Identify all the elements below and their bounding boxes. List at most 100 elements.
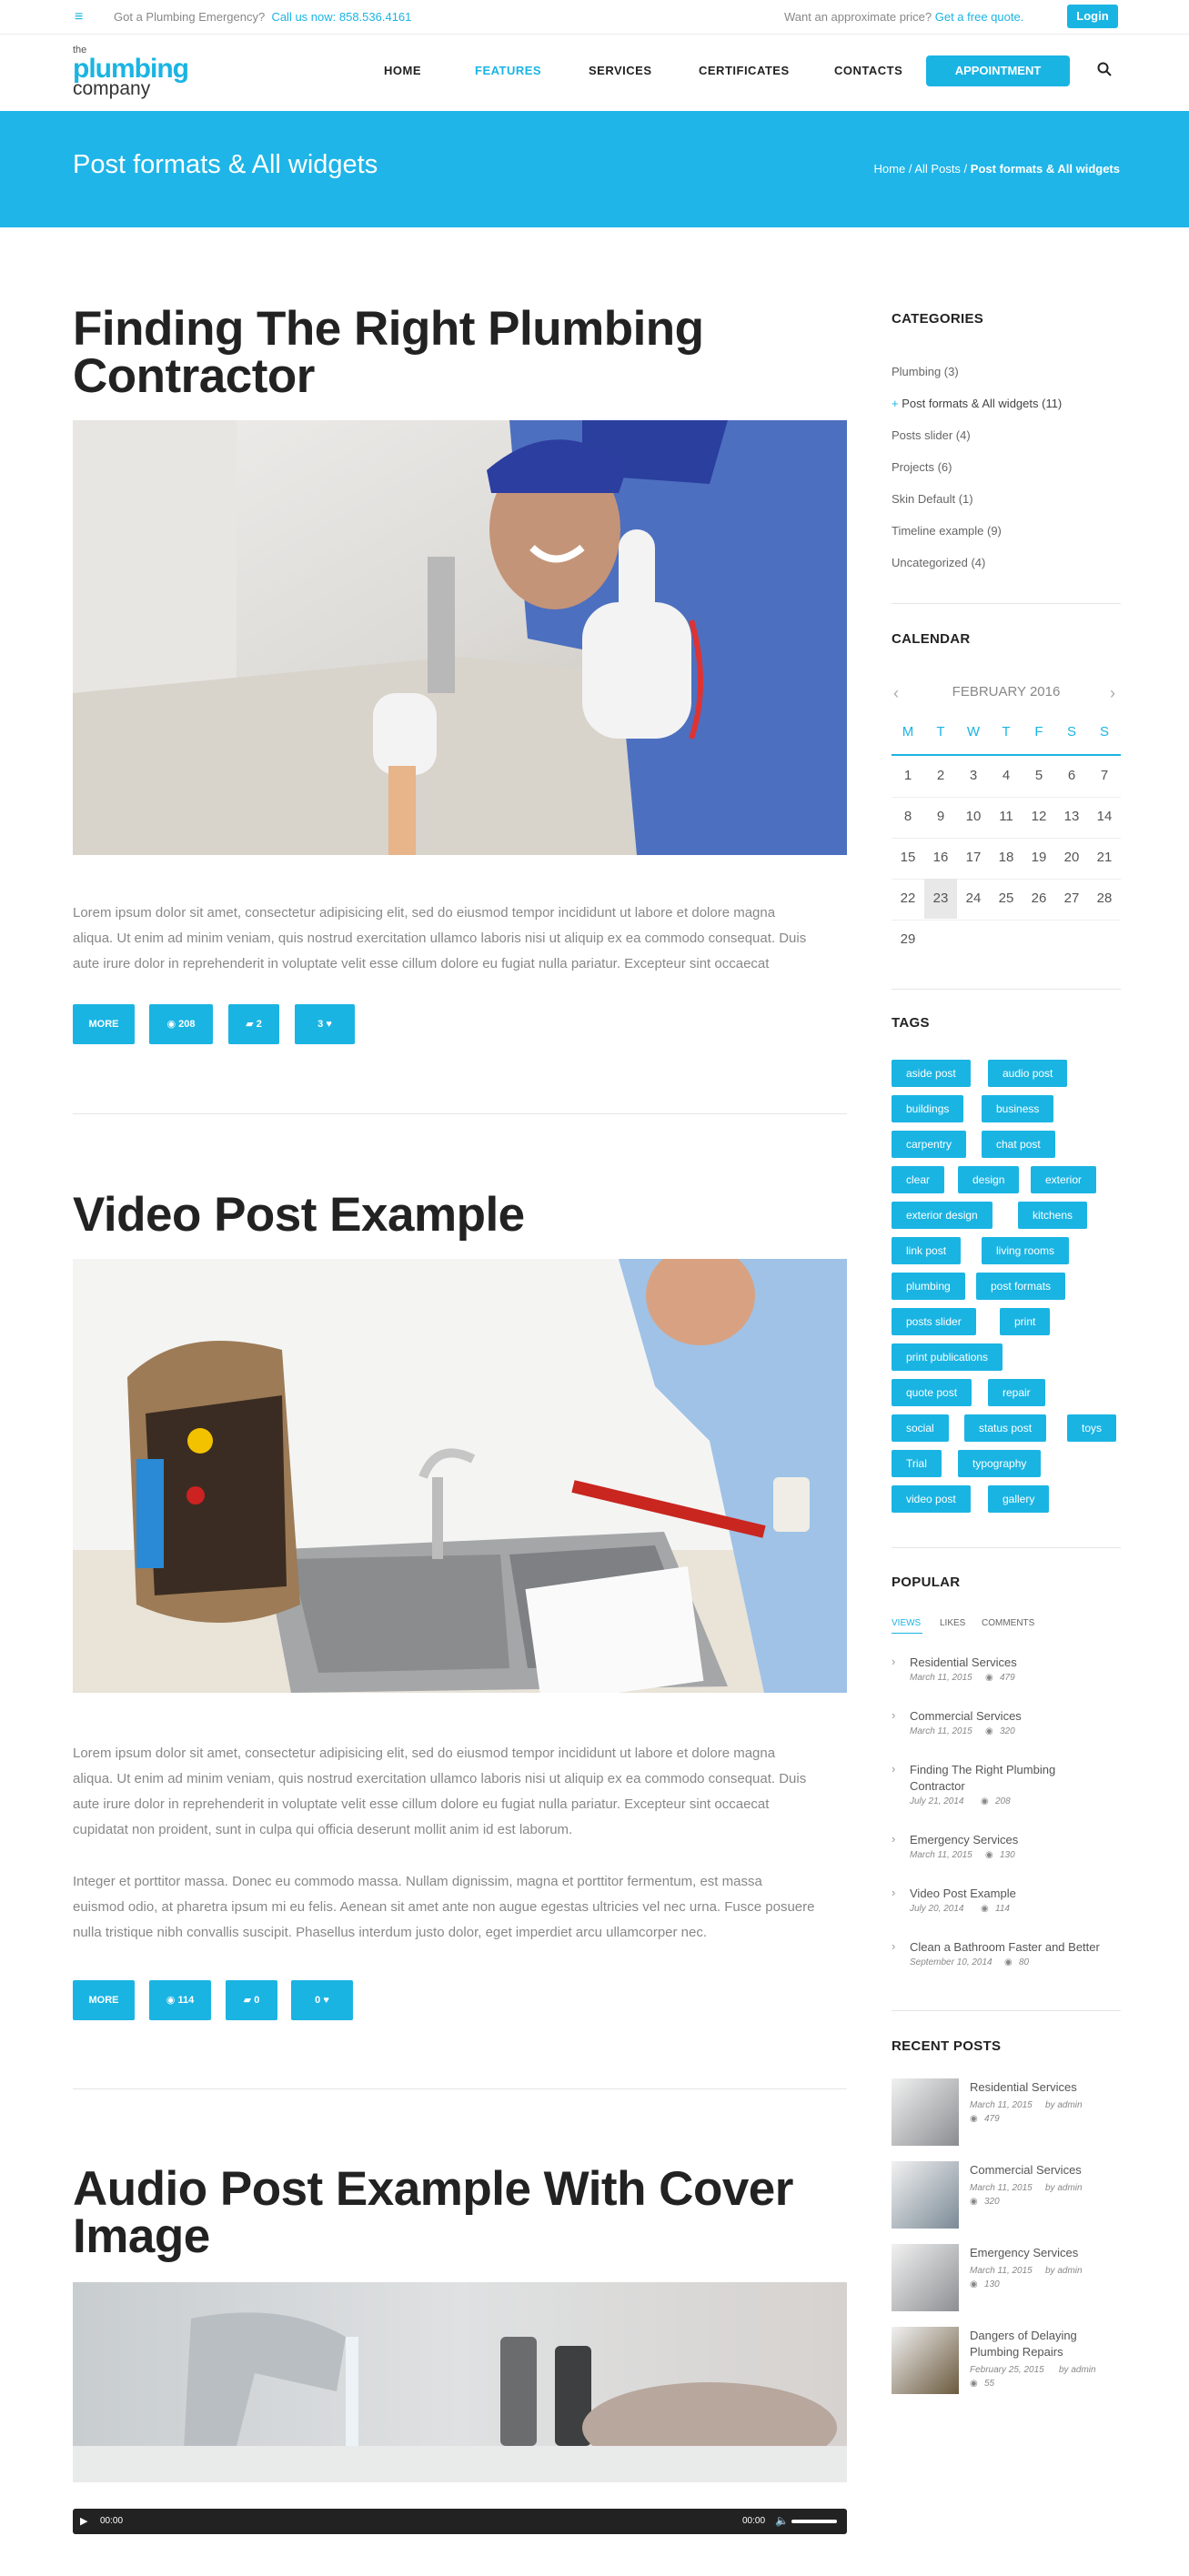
calendar-day[interactable]: 15 (892, 838, 924, 878)
more-button[interactable]: MORE (73, 1980, 135, 2020)
category-posts-slider[interactable]: Posts slider (4) (892, 428, 971, 442)
calendar-day[interactable]: 19 (1023, 838, 1055, 878)
tag-link[interactable]: chat post (982, 1131, 1055, 1158)
breadcrumb-all-posts[interactable]: All Posts (914, 162, 961, 176)
recent-post-title[interactable]: Residential Services (970, 2079, 1077, 2096)
site-logo[interactable]: the plumbing company (73, 45, 189, 99)
calendar-day[interactable]: 18 (990, 838, 1023, 878)
calendar-day[interactable]: 2 (924, 756, 957, 796)
tag-link[interactable]: status post (964, 1414, 1047, 1442)
category-projects[interactable]: Projects (6) (892, 460, 952, 474)
tag-link[interactable]: quote post (892, 1379, 972, 1406)
popular-post-title[interactable]: Emergency Services (910, 1832, 1018, 1848)
tag-link[interactable]: aside post (892, 1060, 971, 1087)
tag-link[interactable]: typography (958, 1450, 1042, 1477)
tag-link[interactable]: exterior design (892, 1202, 993, 1229)
calendar-day[interactable]: 12 (1023, 797, 1055, 837)
plumber-thumbs-up-image[interactable] (73, 420, 847, 855)
calendar-day[interactable]: 8 (892, 797, 924, 837)
calendar-day[interactable]: 24 (957, 879, 990, 919)
category-plumbing[interactable]: Plumbing (3) (892, 365, 959, 378)
tag-link[interactable]: plumbing (892, 1273, 965, 1300)
views-button[interactable]: ◉ 208 (149, 1004, 213, 1044)
calendar-next-icon[interactable]: › (1110, 684, 1115, 703)
tag-link[interactable]: business (982, 1095, 1054, 1122)
calendar-day[interactable]: 17 (957, 838, 990, 878)
nav-services[interactable]: SERVICES (589, 64, 652, 77)
calendar-day[interactable]: 11 (990, 797, 1023, 837)
tab-likes[interactable]: LIKES (940, 1618, 965, 1628)
popular-post-title[interactable]: Clean a Bathroom Faster and Better (910, 1939, 1100, 1956)
tag-link[interactable]: design (958, 1166, 1020, 1193)
calendar-day[interactable]: 7 (1088, 756, 1121, 796)
recent-post-thumbnail[interactable] (892, 2327, 959, 2394)
recent-post-author[interactable]: by admin (1045, 2181, 1083, 2195)
recent-post-title[interactable]: Emergency Services (970, 2245, 1078, 2261)
tag-link[interactable]: exterior (1031, 1166, 1097, 1193)
recent-post-thumbnail[interactable] (892, 2244, 959, 2311)
calendar-day[interactable]: 3 (957, 756, 990, 796)
tag-link[interactable]: print (1000, 1308, 1051, 1335)
category-uncategorized[interactable]: Uncategorized (4) (892, 556, 985, 569)
nav-features[interactable]: FEATURES (475, 64, 541, 77)
play-icon[interactable]: ▶ (80, 2515, 87, 2527)
popular-post-title[interactable]: Contractor (910, 1778, 965, 1795)
free-quote-link[interactable]: Get a free quote. (935, 10, 1024, 24)
likes-button[interactable]: 3 ♥ (295, 1004, 355, 1044)
popular-post-title[interactable]: Residential Services (910, 1655, 1017, 1671)
more-button[interactable]: MORE (73, 1004, 135, 1044)
calendar-day[interactable]: 29 (892, 920, 924, 960)
search-icon[interactable] (1097, 62, 1112, 76)
call-link[interactable]: Call us now: 858.536.4161 (271, 10, 411, 24)
tag-link[interactable]: buildings (892, 1095, 964, 1122)
calendar-day[interactable]: 21 (1088, 838, 1121, 878)
recent-post-author[interactable]: by admin (1059, 2363, 1096, 2377)
tag-link[interactable]: post formats (976, 1273, 1066, 1300)
calendar-day[interactable]: 20 (1055, 838, 1088, 878)
tag-link[interactable]: video post (892, 1485, 971, 1513)
nav-certificates[interactable]: CERTIFICATES (699, 64, 790, 77)
tag-link[interactable]: social (892, 1414, 949, 1442)
tag-link[interactable]: audio post (988, 1060, 1068, 1087)
recent-post-title[interactable]: Commercial Services (970, 2162, 1082, 2179)
volume-slider[interactable] (791, 2520, 837, 2523)
calendar-day[interactable]: 5 (1023, 756, 1055, 796)
calendar-day[interactable]: 22 (892, 879, 924, 919)
category-post-formats[interactable]: + Post formats & All widgets (11) (892, 397, 1062, 410)
recent-post-thumbnail[interactable] (892, 2161, 959, 2229)
comments-button[interactable]: ▰ 0 (226, 1980, 277, 2020)
calendar-day[interactable]: 13 (1055, 797, 1088, 837)
calendar-day[interactable]: 28 (1088, 879, 1121, 919)
calendar-day[interactable]: 25 (990, 879, 1023, 919)
tag-link[interactable]: toys (1067, 1414, 1117, 1442)
tag-link[interactable]: gallery (988, 1485, 1050, 1513)
tag-link[interactable]: posts slider (892, 1308, 976, 1335)
comments-button[interactable]: ▰ 2 (228, 1004, 279, 1044)
views-button[interactable]: ◉ 114 (149, 1980, 211, 2020)
calendar-day[interactable]: 27 (1055, 879, 1088, 919)
tag-link[interactable]: print publications (892, 1343, 1003, 1371)
popular-post-title[interactable]: Commercial Services (910, 1708, 1022, 1725)
calendar-day[interactable]: 10 (957, 797, 990, 837)
recent-post-title[interactable]: Plumbing Repairs (970, 2344, 1063, 2360)
menu-icon[interactable]: ≡ (75, 9, 83, 25)
calendar-day[interactable]: 23 (924, 879, 957, 919)
calendar-day[interactable]: 4 (990, 756, 1023, 796)
calendar-day[interactable]: 9 (924, 797, 957, 837)
recent-post-title[interactable]: Dangers of Delaying (970, 2328, 1077, 2344)
tag-link[interactable]: link post (892, 1237, 962, 1264)
calendar-day[interactable]: 6 (1055, 756, 1088, 796)
tag-link[interactable]: Trial (892, 1450, 942, 1477)
calendar-day[interactable]: 16 (924, 838, 957, 878)
popular-post-title[interactable]: Finding The Right Plumbing (910, 1762, 1055, 1778)
calendar-day[interactable]: 26 (1023, 879, 1055, 919)
tab-views[interactable]: VIEWS (892, 1618, 921, 1628)
post-title[interactable]: Audio Post Example With Cover Image (73, 2165, 793, 2260)
category-timeline-example[interactable]: Timeline example (9) (892, 524, 1002, 538)
appointment-button[interactable]: APPOINTMENT (926, 55, 1070, 86)
nav-contacts[interactable]: CONTACTS (834, 64, 902, 77)
tag-link[interactable]: carpentry (892, 1131, 967, 1158)
breadcrumb-home[interactable]: Home (874, 162, 906, 176)
tag-link[interactable]: living rooms (982, 1237, 1070, 1264)
recent-post-author[interactable]: by admin (1045, 2098, 1083, 2112)
